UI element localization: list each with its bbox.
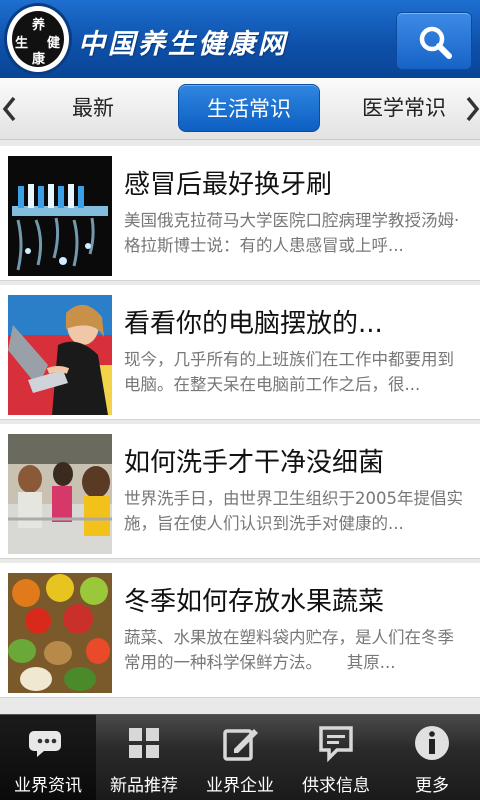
logo-char: 康 <box>32 52 46 67</box>
article-thumbnail-computer <box>8 295 112 415</box>
article-title: 如何洗手才干净没细菌 <box>124 448 385 478</box>
article-summary: 蔬菜、水果放在塑料袋内贮存，是人们在冬季常用的一种科学保鲜方法。 其原... <box>124 628 454 672</box>
article-item[interactable]: 冬季如何存放水果蔬菜 蔬菜、水果放在塑料袋内贮存，是人们在冬季常用的一种科学保鲜… <box>0 563 480 698</box>
site-logo: 养 生 健 康 <box>4 3 72 75</box>
chevron-right-icon[interactable] <box>462 94 480 124</box>
article-summary: 现今，几乎所有的上班族们在工作中都要用到电脑。在整天呆在电脑前工作之后，很... <box>124 350 454 394</box>
tab-latest[interactable]: 最新 <box>38 84 148 132</box>
nav-label: 供求信息 <box>302 776 370 796</box>
nav-industry-news[interactable]: 业界资讯 <box>0 715 96 800</box>
article-item[interactable]: 看看你的电脑摆放的... 现今，几乎所有的上班族们在工作中都要用到电脑。在整天呆… <box>0 285 480 420</box>
edit-icon <box>223 729 258 761</box>
nav-label: 更多 <box>415 776 449 796</box>
search-icon <box>419 26 452 59</box>
chevron-left-icon[interactable] <box>0 94 20 124</box>
article-summary: 美国俄克拉荷马大学医院口腔病理学教授汤姆·格拉斯博士说：有的人患感冒或上呼... <box>124 211 460 255</box>
nav-label: 新品推荐 <box>110 776 178 796</box>
nav-label: 业界企业 <box>206 776 274 796</box>
article-thumbnail-vegetables <box>8 573 112 693</box>
chat-bubble-icon <box>29 731 61 757</box>
nav-more[interactable]: 更多 <box>384 715 480 800</box>
article-item[interactable]: 如何洗手才干净没细菌 世界洗手日，由世界卫生组织于2005年提倡实施，旨在使人们… <box>0 424 480 559</box>
logo-char: 养 <box>32 18 46 33</box>
category-tabbar: 最新 生活常识 医学常识 <box>0 78 480 140</box>
search-button[interactable] <box>396 12 472 70</box>
tab-life-tips[interactable]: 生活常识 <box>178 84 320 132</box>
nav-label: 业界资讯 <box>14 776 82 796</box>
bottom-navigation: 业界资讯 新品推荐 业界企业 供求信息 更多 <box>0 714 480 800</box>
article-title: 看看你的电脑摆放的... <box>124 309 383 339</box>
article-title: 感冒后最好换牙刷 <box>124 170 333 200</box>
app-header: 养 生 健 康 中国养生健康网 <box>0 0 480 78</box>
grid-icon <box>129 728 159 758</box>
nav-supply-demand[interactable]: 供求信息 <box>288 715 384 800</box>
article-item[interactable]: 感冒后最好换牙刷 美国俄克拉荷马大学医院口腔病理学教授汤姆·格拉斯博士说：有的人… <box>0 146 480 281</box>
article-thumbnail-toothbrush <box>8 156 112 276</box>
logo-char: 生 <box>15 36 29 51</box>
nav-industry-companies[interactable]: 业界企业 <box>192 715 288 800</box>
message-icon <box>319 726 353 763</box>
nav-new-products[interactable]: 新品推荐 <box>96 715 192 800</box>
article-thumbnail-handwashing <box>8 434 112 554</box>
logo-char: 健 <box>47 36 61 51</box>
site-title: 中国养生健康网 <box>78 29 288 60</box>
tab-medical-tips[interactable]: 医学常识 <box>348 84 460 132</box>
info-icon <box>415 726 449 760</box>
article-title: 冬季如何存放水果蔬菜 <box>124 587 385 617</box>
article-summary: 世界洗手日，由世界卫生组织于2005年提倡实施，旨在使人们认识到洗手对健康的..… <box>124 489 463 533</box>
